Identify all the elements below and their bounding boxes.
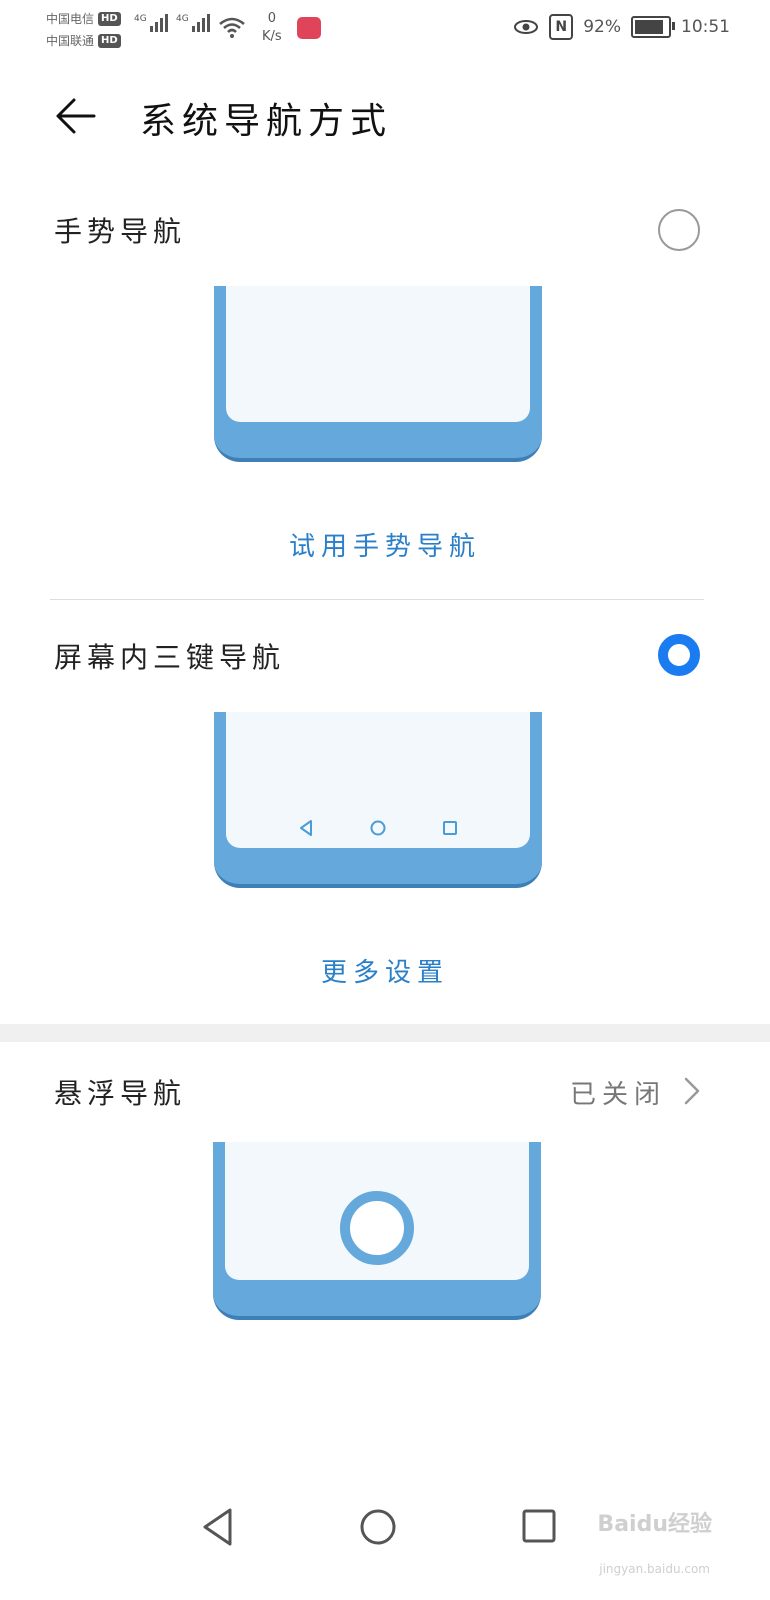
hd-badge-2: HD — [98, 34, 121, 48]
gesture-nav-radio[interactable] — [658, 209, 700, 251]
carrier-1: 中国电信 — [46, 12, 95, 26]
watermark-logo: Baidu经验 — [597, 1512, 712, 1537]
clock: 10:51 — [681, 17, 730, 37]
three-key-nav-radio[interactable] — [658, 634, 700, 676]
signal-icon-1: 4G — [134, 14, 168, 32]
system-back-icon[interactable] — [200, 1506, 236, 1548]
status-right: N 92% 10:51 — [513, 14, 730, 40]
chevron-right-icon[interactable] — [682, 1076, 702, 1106]
eye-comfort-icon — [514, 20, 539, 34]
wifi-icon — [219, 17, 245, 38]
try-gesture-nav-link[interactable]: 试用手势导航 — [0, 526, 770, 563]
watermark-url: jingyan.baidu.com — [599, 1562, 710, 1576]
section-separator — [0, 1024, 770, 1042]
three-key-nav-label[interactable]: 屏幕内三键导航 — [54, 636, 285, 676]
more-settings-link[interactable]: 更多设置 — [0, 952, 770, 989]
floating-nav-label[interactable]: 悬浮导航 — [54, 1072, 186, 1112]
floating-button-icon — [340, 1191, 414, 1265]
back-arrow-icon[interactable] — [54, 96, 96, 136]
home-key-icon — [370, 820, 386, 836]
recents-key-icon — [443, 821, 457, 835]
battery-icon — [631, 16, 675, 38]
network-speed: 0 K/s — [262, 10, 282, 46]
floating-nav-status[interactable]: 已关闭 — [570, 1074, 666, 1111]
back-key-icon — [300, 820, 312, 836]
system-home-icon[interactable] — [358, 1506, 398, 1548]
floating-nav-illustration — [213, 1142, 541, 1320]
network-type-1: 4G — [134, 14, 147, 24]
app-notification-icon — [297, 17, 321, 39]
hd-badge-1: HD — [98, 12, 121, 26]
gesture-nav-illustration — [214, 286, 542, 462]
speed-unit: K/s — [262, 29, 282, 44]
battery-percent: 92% — [583, 17, 621, 37]
carrier-info: 中国电信 HD 中国联通 HD — [46, 8, 121, 52]
carrier-2: 中国联通 — [46, 34, 95, 48]
page-title: 系统导航方式 — [140, 101, 393, 142]
section-divider — [50, 599, 704, 600]
nfc-icon: N — [549, 14, 574, 40]
network-type-2: 4G — [176, 14, 189, 24]
system-recents-icon[interactable] — [520, 1506, 558, 1548]
signal-icon-2: 4G — [176, 14, 210, 32]
speed-value: 0 — [267, 11, 276, 26]
three-key-nav-illustration — [214, 712, 542, 888]
gesture-nav-label[interactable]: 手势导航 — [54, 210, 186, 250]
